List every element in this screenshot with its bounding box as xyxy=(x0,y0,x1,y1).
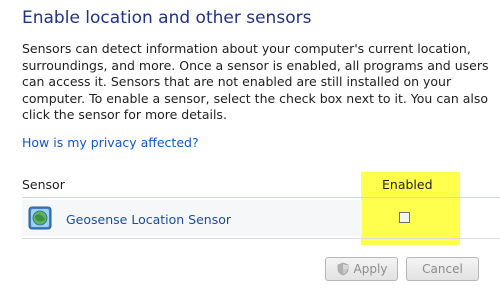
cancel-button-label: Cancel xyxy=(422,262,463,276)
column-header-enabled: Enabled xyxy=(382,177,433,192)
apply-button[interactable]: Apply xyxy=(325,257,398,281)
header-divider xyxy=(22,197,500,198)
shield-icon xyxy=(336,262,350,276)
column-header-sensor: Sensor xyxy=(22,177,65,192)
privacy-link[interactable]: How is my privacy affected? xyxy=(22,135,199,150)
apply-button-label: Apply xyxy=(353,262,388,276)
enabled-checkbox[interactable] xyxy=(399,212,410,223)
page-title: Enable location and other sensors xyxy=(22,8,312,28)
location-sensor-icon xyxy=(27,205,53,231)
sensor-name-link[interactable]: Geosense Location Sensor xyxy=(66,212,231,227)
description-text: Sensors can detect information about you… xyxy=(22,41,489,122)
cancel-button[interactable]: Cancel xyxy=(406,257,479,281)
row-divider xyxy=(22,238,500,239)
